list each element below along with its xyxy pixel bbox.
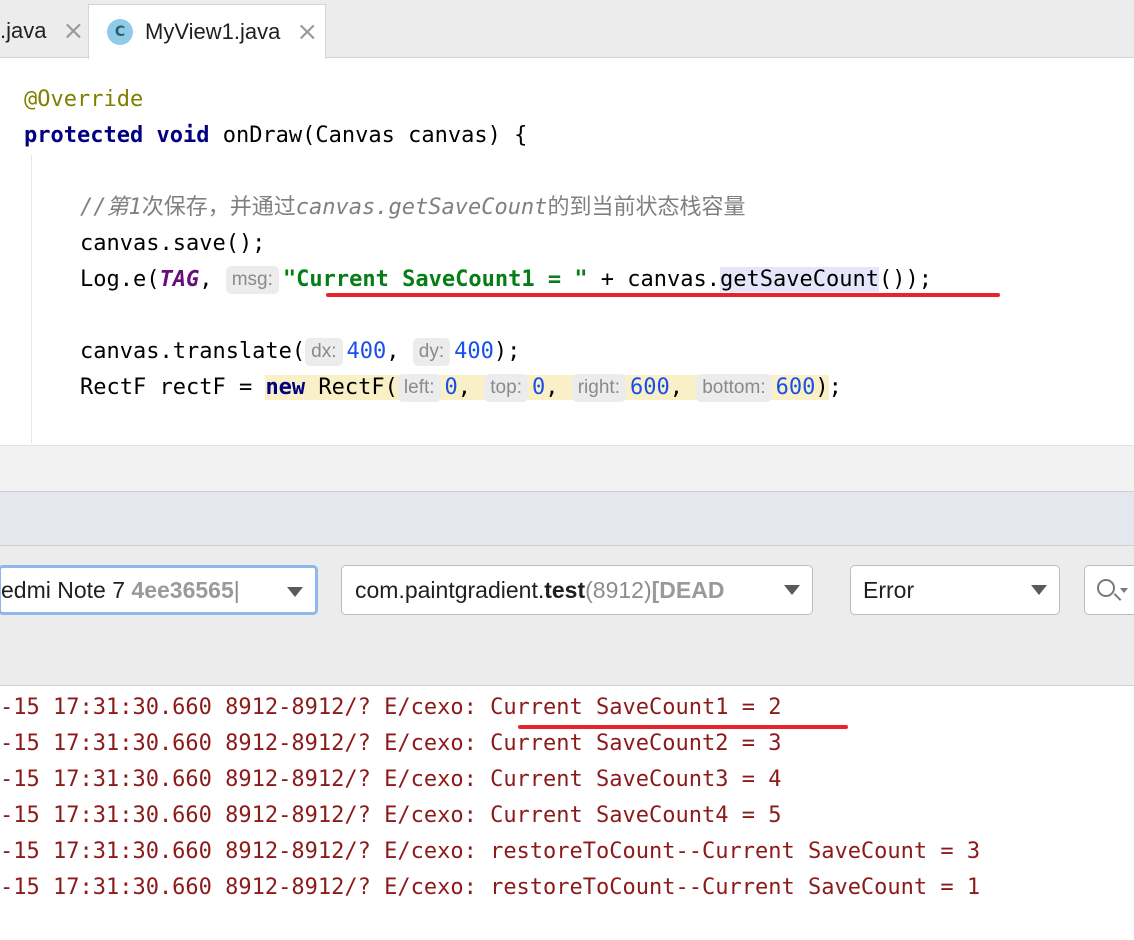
code-text: ; (828, 375, 842, 400)
param-hint-msg: msg: (225, 266, 279, 294)
code-text: canvas.translate( (80, 339, 306, 364)
process-selector[interactable]: com.paintgradient. test (8912) [DEAD (341, 565, 813, 615)
param-hint-dx: dx: (305, 338, 343, 366)
param-hint-bottom: bottom: (696, 374, 772, 402)
close-icon[interactable]: × (296, 19, 318, 45)
device-selector[interactable]: edmi Note 7 4ee36565 | (0, 565, 318, 615)
process-pid: (8912) (585, 576, 652, 603)
chevron-down-icon (784, 585, 800, 595)
string-literal: "Current SaveCount1 = " (282, 267, 588, 292)
tab-previous-file[interactable]: .java × (0, 4, 86, 58)
number-literal: 400 (454, 339, 494, 364)
code-editor[interactable]: @Override protected void onDraw(Canvas c… (0, 59, 1134, 445)
code-text: canvas.save(); (80, 231, 266, 256)
log-line: -15 17:31:30.660 8912-8912/? E/cexo: res… (0, 875, 981, 900)
method-highlight: getSaveCount (720, 267, 879, 292)
red-underline (326, 293, 1000, 297)
tab-label: MyView1.java (145, 19, 281, 44)
log-line: -15 17:31:30.660 8912-8912/? E/cexo: Cur… (0, 767, 782, 792)
constant-tag: TAG (159, 267, 200, 292)
code-line: canvas.translate(dx: 400, dy: 400); (80, 334, 520, 370)
comment-part: canvas.getSaveCount (295, 195, 548, 220)
code-line: canvas.save(); (80, 226, 265, 262)
device-separator: | (233, 576, 240, 603)
code-line: protected void onDraw(Canvas canvas) { (24, 118, 527, 154)
log-line: -15 17:31:30.660 8912-8912/? E/cexo: Cur… (0, 695, 782, 720)
chevron-down-icon (287, 587, 303, 597)
log-line: -15 17:31:30.660 8912-8912/? E/cexo: Cur… (0, 803, 782, 828)
annotation: @Override (24, 87, 144, 112)
chevron-down-icon (1031, 585, 1047, 595)
process-package: com.paintgradient. (355, 576, 545, 603)
param-hint-dy: dy: (412, 338, 451, 366)
device-name: edmi Note 7 (1, 576, 126, 603)
chevron-down-icon (1120, 588, 1128, 593)
editor-bottom-strip (0, 445, 1134, 491)
param-hint-left: left: (397, 374, 441, 402)
number-literal: 0 (531, 375, 546, 400)
keyword: void (156, 123, 210, 148)
param-hint-top: top: (484, 374, 528, 402)
param-hint-right: right: (571, 374, 626, 402)
device-serial: 4ee36565 (131, 576, 234, 603)
search-field[interactable] (1084, 565, 1134, 615)
search-icon (1097, 579, 1115, 597)
code-text: RectF rectF = (80, 375, 266, 400)
editor-tab-bar: .java × C MyView1.java × (0, 0, 1134, 59)
code-text: RectF( (305, 375, 398, 400)
class-icon: C (107, 19, 133, 45)
code-text: ()); (878, 267, 932, 292)
code-text: ); (493, 339, 521, 364)
number-literal: 0 (444, 375, 458, 400)
comment-part: 1 (128, 195, 142, 220)
code-text: , (199, 267, 226, 292)
code-text: , (545, 375, 572, 400)
number-literal: 600 (775, 375, 816, 400)
code-comment: //第1次保存，并通过canvas.getSaveCount的到当前状态栈容量 (80, 190, 745, 226)
code-text: , (386, 339, 413, 364)
comment-part: 次保存，并通过 (141, 195, 296, 220)
code-line: RectF rectF = new RectF(left: 0, top: 0, r… (80, 370, 842, 406)
process-name: test (544, 576, 586, 603)
code-text: onDraw(Canvas canvas) { (209, 123, 528, 148)
code-text: , (669, 375, 697, 400)
code-line: @Override (24, 82, 143, 118)
keyword: protected (24, 123, 144, 148)
tab-myview1[interactable]: C MyView1.java × (88, 4, 326, 59)
code-text: Log.e( (80, 267, 160, 292)
number-literal: 400 (346, 339, 387, 364)
logcat-toolbar: edmi Note 7 4ee36565 | com.paintgradient… (0, 546, 1134, 686)
indent-guide (31, 155, 32, 443)
log-level-selector[interactable]: Error (850, 565, 1060, 615)
log-line: -15 17:31:30.660 8912-8912/? E/cexo: Cur… (0, 731, 782, 756)
close-icon[interactable]: × (62, 18, 84, 44)
logcat-output[interactable]: -15 17:31:30.660 8912-8912/? E/cexo: Cur… (0, 687, 1134, 940)
code-text: + canvas. (587, 267, 721, 292)
number-literal: 600 (629, 375, 670, 400)
process-state: [DEAD (651, 576, 725, 603)
comment-part: //第 (80, 195, 129, 220)
keyword: new (265, 375, 306, 400)
log-level-value: Error (863, 576, 915, 603)
log-line: -15 17:31:30.660 8912-8912/? E/cexo: res… (0, 839, 981, 864)
code-text: ) (815, 375, 829, 400)
tab-label: .java (0, 18, 47, 43)
comment-part: 的到当前状态栈容量 (547, 195, 746, 220)
code-text: , (457, 375, 485, 400)
tool-window-header (0, 491, 1134, 546)
